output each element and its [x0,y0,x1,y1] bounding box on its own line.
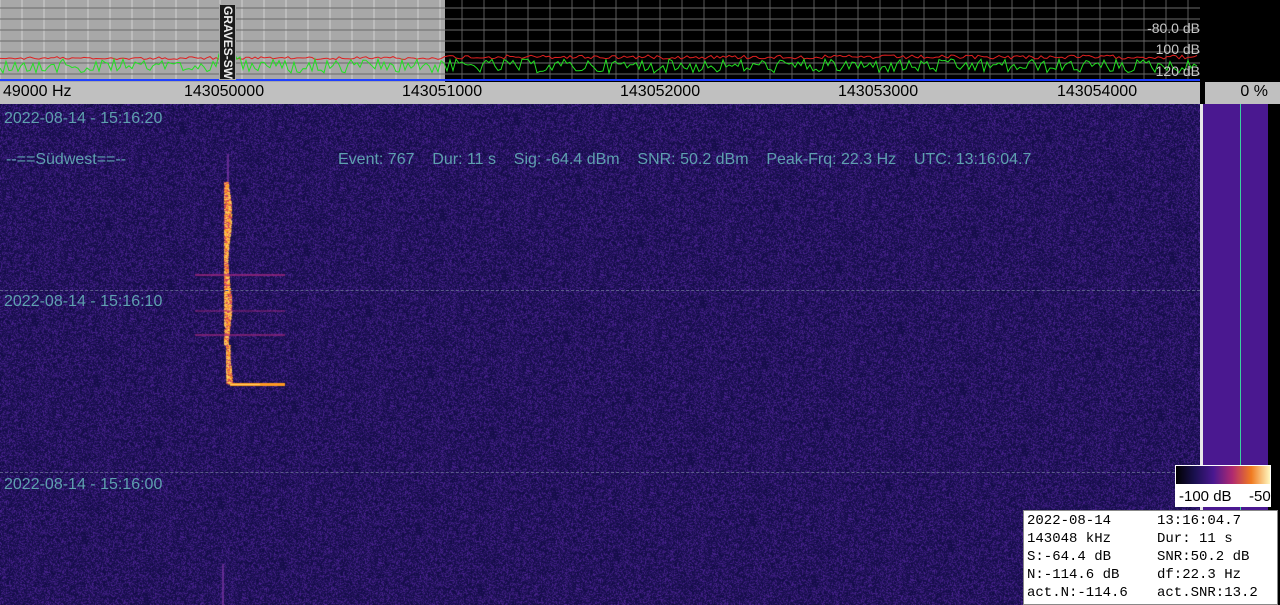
waterfall-display[interactable]: 2022-08-14 - 15:16:20 --==Südwest==-- Ev… [0,104,1200,605]
station-label: --==Südwest==-- [6,151,127,168]
timestamp-label: 2022-08-14 - 15:16:10 [4,293,163,310]
frequency-axis[interactable]: 49000 Hz 143050000 143051000 143052000 1… [0,82,1200,104]
info-time: 13:16:04.7 [1157,513,1242,529]
percent-indicator: 0 % [1203,82,1280,104]
beacon-label: GRAVES-SW [221,6,235,80]
event-info-line: Event: 767 Dur: 11 s Sig: -64.4 dBm SNR:… [338,151,1032,168]
time-guide-line [0,290,1200,291]
freq-label-start: 49000 Hz [3,83,72,100]
timestamp-label: 2022-08-14 - 15:16:00 [4,476,163,493]
freq-label-143051000: 143051000 [402,83,483,100]
db-label-100: 100 dB [1155,41,1200,57]
freq-label-143053000: 143053000 [838,83,919,100]
info-frequency: 143048 kHz [1027,531,1112,547]
spectrum-plot [0,0,1200,82]
info-signal: S:-64.4 dB [1027,549,1112,565]
scale-high-label: -50 [1249,488,1271,505]
percent-value: 0 % [1240,83,1268,100]
freq-label-143052000: 143052000 [620,83,701,100]
info-snr: SNR:50.2 dB [1157,549,1250,565]
info-actual-noise: act.N:-114.6 [1027,585,1128,601]
waterfall-canvas [0,104,1200,605]
time-guide-line [0,472,1200,473]
db-label-80: -80.0 dB [1147,20,1200,36]
freq-label-143050000: 143050000 [184,83,265,100]
info-date: 2022-08-14 [1027,513,1112,529]
info-duration: Dur: 11 s [1157,531,1233,547]
color-scale-bar [1176,466,1270,484]
freq-label-143054000: 143054000 [1057,83,1138,100]
beacon-marker[interactable]: GRAVES-SW [219,4,236,80]
scale-low-label: -100 dB [1179,488,1232,505]
info-actual-snr: act.SNR:13.2 [1157,585,1258,601]
info-df: df:22.3 Hz [1157,567,1242,583]
spectrum-display[interactable]: GRAVES-SW -80.0 dB 100 dB 120 dB [0,0,1280,82]
db-label-120: 120 dB [1155,63,1200,79]
timestamp-label: 2022-08-14 - 15:16:20 [4,110,163,127]
info-noise: N:-114.6 dB [1027,567,1120,583]
event-info-panel: 2022-08-14 13:16:04.7 143048 kHz Dur: 11… [1023,510,1278,605]
